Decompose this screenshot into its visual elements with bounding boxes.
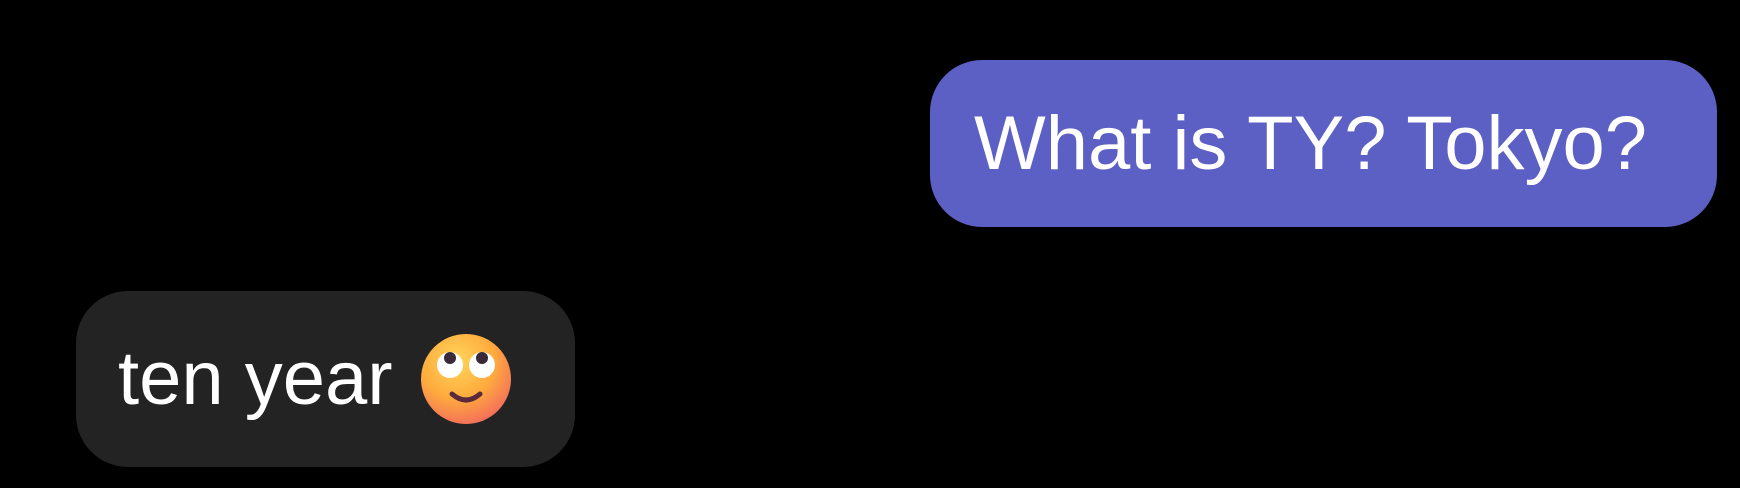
message-text: ten year <box>118 336 393 421</box>
conversation-view: What is TY? Tokyo? ten year <box>0 0 1740 488</box>
rolling-eyes-emoji-icon <box>419 332 513 426</box>
received-message-bubble[interactable]: ten year <box>76 291 575 467</box>
sent-message-bubble[interactable]: What is TY? Tokyo? <box>930 60 1717 227</box>
message-text: What is TY? Tokyo? <box>974 100 1648 186</box>
